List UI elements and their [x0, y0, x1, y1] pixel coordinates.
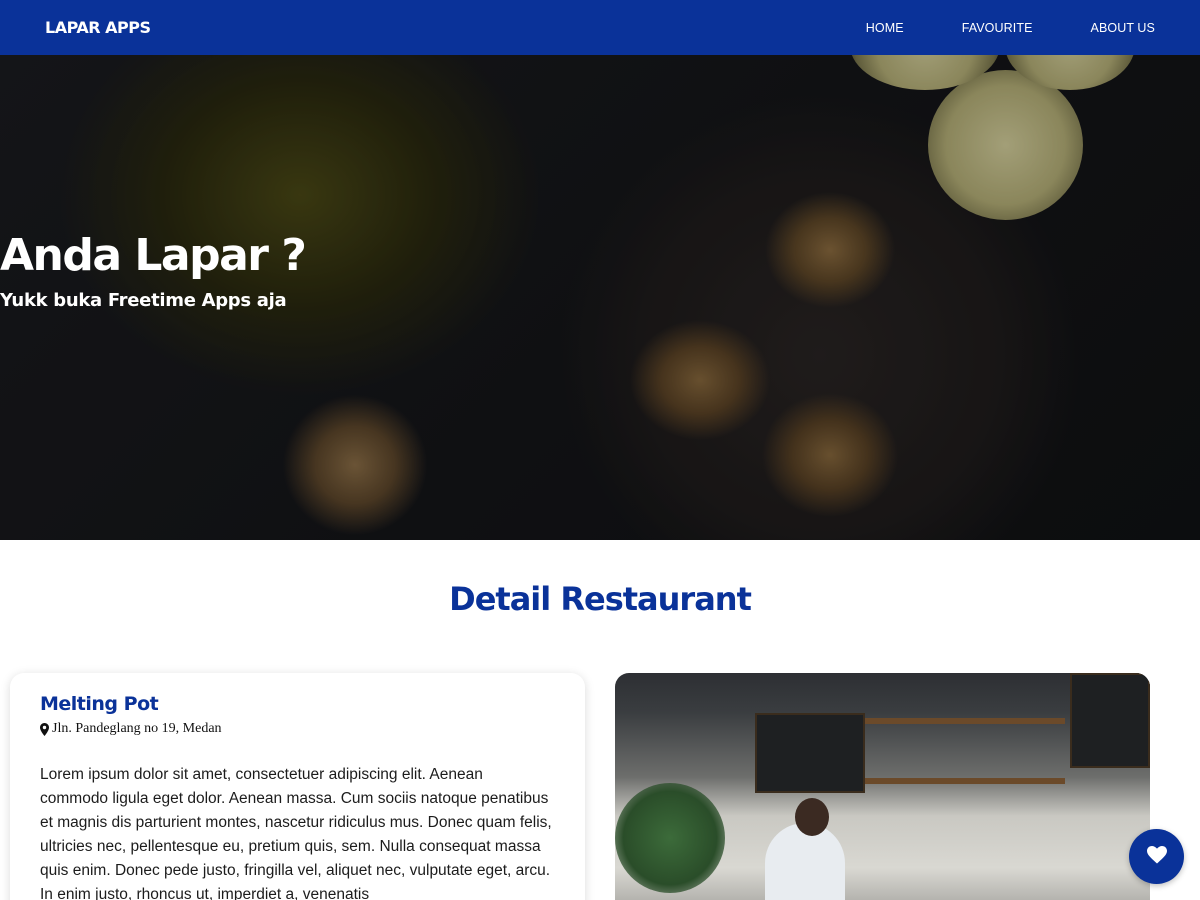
nav-favourite-link[interactable]: FAVOURITE — [962, 21, 1033, 35]
brand-logo[interactable]: LAPAR APPS — [45, 18, 151, 37]
map-pin-icon — [40, 722, 49, 736]
image-person-head — [795, 798, 829, 836]
hero-title: Anda Lapar ? — [0, 230, 307, 281]
image-chalkboard — [755, 713, 865, 793]
top-navbar: LAPAR APPS HOME FAVOURITE ABOUT US — [0, 0, 1200, 55]
image-shelf — [865, 718, 1065, 724]
restaurant-detail-card: Melting Pot Jln. Pandeglang no 19, Medan… — [10, 673, 585, 900]
address-row: Jln. Pandeglang no 19, Medan — [40, 721, 555, 737]
favourite-button[interactable] — [1129, 829, 1184, 884]
hero-subtitle: Yukk buka Freetime Apps aja — [0, 290, 287, 311]
nav-menu: HOME FAVOURITE ABOUT US — [808, 0, 1155, 55]
image-plant — [615, 783, 725, 893]
heart-icon — [1146, 846, 1167, 867]
restaurant-name: Melting Pot — [40, 693, 159, 715]
hero-banner: Anda Lapar ? Yukk buka Freetime Apps aja — [0, 55, 1200, 540]
image-chalkboard — [1070, 673, 1150, 768]
nav-home-link[interactable]: HOME — [866, 21, 904, 35]
restaurant-address: Jln. Pandeglang no 19, Medan — [52, 721, 222, 736]
restaurant-description: Lorem ipsum dolor sit amet, consectetuer… — [40, 766, 552, 900]
section-title: Detail Restaurant — [449, 580, 752, 618]
nav-about-link[interactable]: ABOUT US — [1091, 21, 1155, 35]
restaurant-image — [615, 673, 1150, 900]
